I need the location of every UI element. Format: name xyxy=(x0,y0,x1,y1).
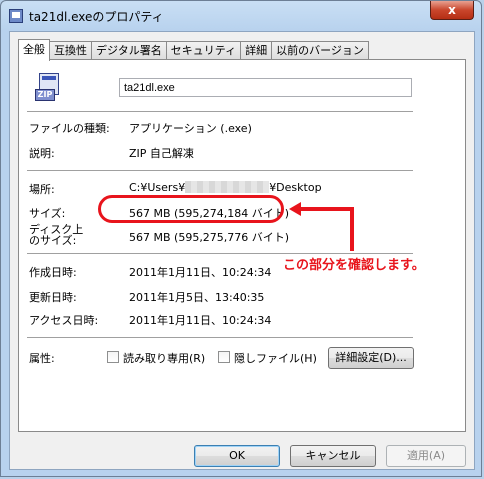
size-label: サイズ: xyxy=(29,207,66,220)
tab-general[interactable]: 全般 xyxy=(18,39,50,61)
modified-value: 2011年1月5日、13:40:35 xyxy=(129,291,265,304)
disk-size-label-line2: のサイズ: xyxy=(29,234,77,247)
apply-button[interactable]: 適用(A) xyxy=(386,445,466,467)
ok-button[interactable]: OK xyxy=(194,445,280,467)
readonly-checkbox[interactable] xyxy=(107,351,119,363)
tab-strip: 全般 互換性 デジタル署名 セキュリティ 詳細 以前のバージョン xyxy=(18,39,369,61)
close-button[interactable]: x xyxy=(430,1,474,20)
annotation-line-vertical xyxy=(350,207,354,251)
type-value: アプリケーション (.exe) xyxy=(129,122,252,135)
disk-size-label: ディスク上 のサイズ: xyxy=(29,224,83,246)
zip-badge: ZIP xyxy=(35,89,55,101)
dialog-client-area: 全般 互換性 デジタル署名 セキュリティ 詳細 以前のバージョン ZIP ファイ… xyxy=(9,31,475,470)
tab-digital-signatures[interactable]: デジタル署名 xyxy=(91,41,167,60)
tab-previous-versions[interactable]: 以前のバージョン xyxy=(271,41,369,60)
attributes-label: 属性: xyxy=(29,352,55,365)
tab-details[interactable]: 詳細 xyxy=(240,41,273,60)
redacted-username xyxy=(185,181,270,193)
close-icon: x xyxy=(448,3,456,17)
tab-security[interactable]: セキュリティ xyxy=(165,41,242,60)
created-label: 作成日時: xyxy=(29,266,77,279)
window-app-icon xyxy=(9,9,23,23)
separator xyxy=(27,111,413,113)
file-name-input[interactable] xyxy=(119,78,412,97)
window-title: ta21dl.exeのプロパティ xyxy=(29,10,164,24)
annotation-highlight-oval xyxy=(98,195,284,223)
accessed-value: 2011年1月11日、10:24:34 xyxy=(129,314,272,327)
tab-compatibility[interactable]: 互換性 xyxy=(49,41,92,60)
advanced-attributes-button[interactable]: 詳細設定(D)... xyxy=(328,347,414,369)
hidden-checkbox[interactable] xyxy=(218,351,230,363)
disk-size-value: 567 MB (595,275,776 バイト) xyxy=(129,231,290,244)
separator xyxy=(27,170,413,172)
properties-window: ta21dl.exeのプロパティ x 全般 互換性 デジタル署名 セキュリティ … xyxy=(0,0,482,477)
description-value: ZIP 自己解凍 xyxy=(129,147,194,160)
annotation-text: この部分を確認します。 xyxy=(283,258,425,273)
accessed-label: アクセス日時: xyxy=(29,314,99,327)
readonly-checkbox-label[interactable]: 読み取り専用(R) xyxy=(123,350,205,366)
location-value: C:¥Users¥ ¥Desktop xyxy=(129,181,322,194)
location-prefix: C:¥Users¥ xyxy=(129,181,186,194)
general-tab-panel: ZIP ファイルの種類: アプリケーション (.exe) 説明: ZIP 自己解… xyxy=(18,59,466,432)
type-label: ファイルの種類: xyxy=(29,122,110,135)
zip-file-icon: ZIP xyxy=(35,73,59,103)
description-label: 説明: xyxy=(29,147,55,160)
location-suffix: ¥Desktop xyxy=(269,181,322,194)
annotation-line-horizontal xyxy=(300,207,352,211)
hidden-checkbox-label[interactable]: 隠しファイル(H) xyxy=(234,350,317,366)
created-value: 2011年1月11日、10:24:34 xyxy=(129,266,272,279)
location-label: 場所: xyxy=(29,183,55,196)
title-bar[interactable]: ta21dl.exeのプロパティ x xyxy=(1,1,481,31)
modified-label: 更新日時: xyxy=(29,291,77,304)
cancel-button[interactable]: キャンセル xyxy=(290,445,376,467)
separator xyxy=(27,337,413,339)
